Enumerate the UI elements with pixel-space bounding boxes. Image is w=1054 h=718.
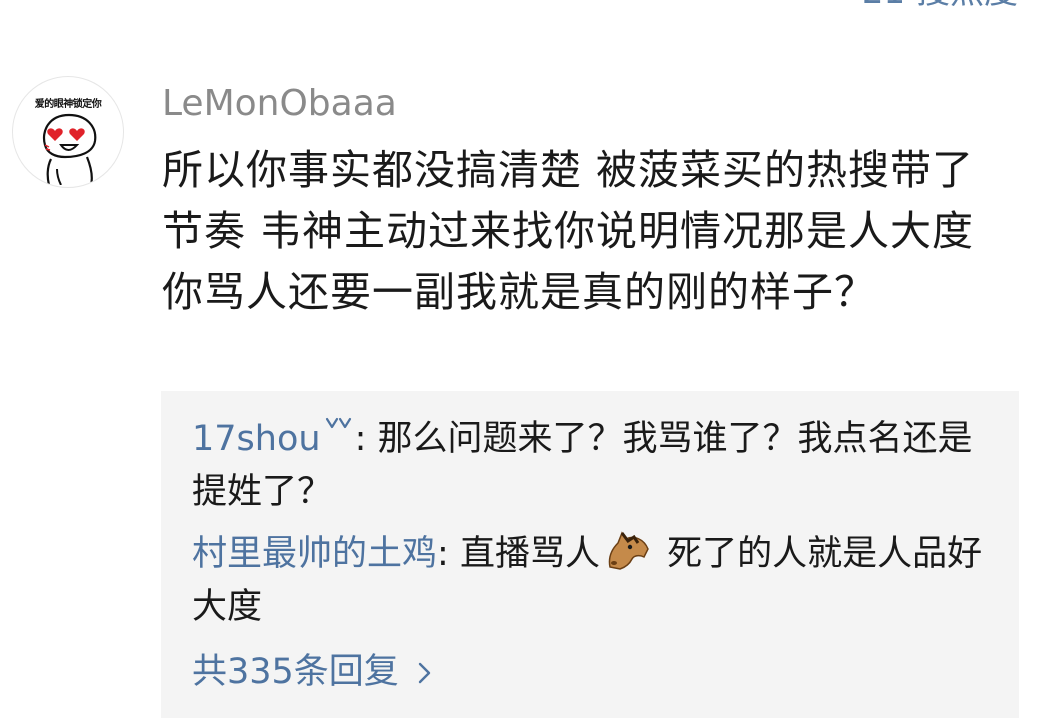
- more-replies-link[interactable]: 共335条回复: [192, 647, 433, 697]
- reply-author[interactable]: 村里最帅的土鸡: [192, 534, 437, 574]
- chevron-right-icon: [418, 662, 431, 684]
- replies-box: 17shou: 那么问题来了？我骂谁了？我点名还是提姓了？ 村里最帅的土鸡: 直…: [161, 391, 1019, 718]
- top-partial-text: 21 搜热度: [862, 0, 1018, 12]
- horse-face-emoji-icon: [608, 531, 649, 570]
- more-replies-label: 共335条回复: [192, 652, 399, 692]
- reply-text-before-emoji: 直播骂人: [459, 534, 600, 574]
- comment-username[interactable]: LeMonObaaa: [162, 82, 397, 126]
- heart-eyes-character-icon: [42, 113, 97, 185]
- reply-separator: :: [437, 534, 460, 574]
- avatar-caption: 爱的眼神锁定你: [34, 99, 102, 110]
- comment-text: 所以你事实都没搞清楚 被菠菜买的热搜带了节奏 韦神主动过来找你说明情况那是人大度…: [162, 146, 975, 316]
- reply-item: 村里最帅的土鸡: 直播骂人 死了的人就是人品好 大度: [192, 527, 992, 634]
- verified-v-icon: [325, 417, 351, 429]
- reply-item: 17shou: 那么问题来了？我骂谁了？我点名还是提姓了？: [192, 413, 992, 519]
- comment-page: 21 搜热度 爱的眼神锁定你 LeMonObaaa 所以你事实都没搞清楚 被菠菜…: [0, 0, 1054, 718]
- reply-separator: :: [354, 419, 378, 459]
- avatar[interactable]: 爱的眼神锁定你: [12, 76, 124, 188]
- reply-author[interactable]: 17shou: [192, 419, 321, 459]
